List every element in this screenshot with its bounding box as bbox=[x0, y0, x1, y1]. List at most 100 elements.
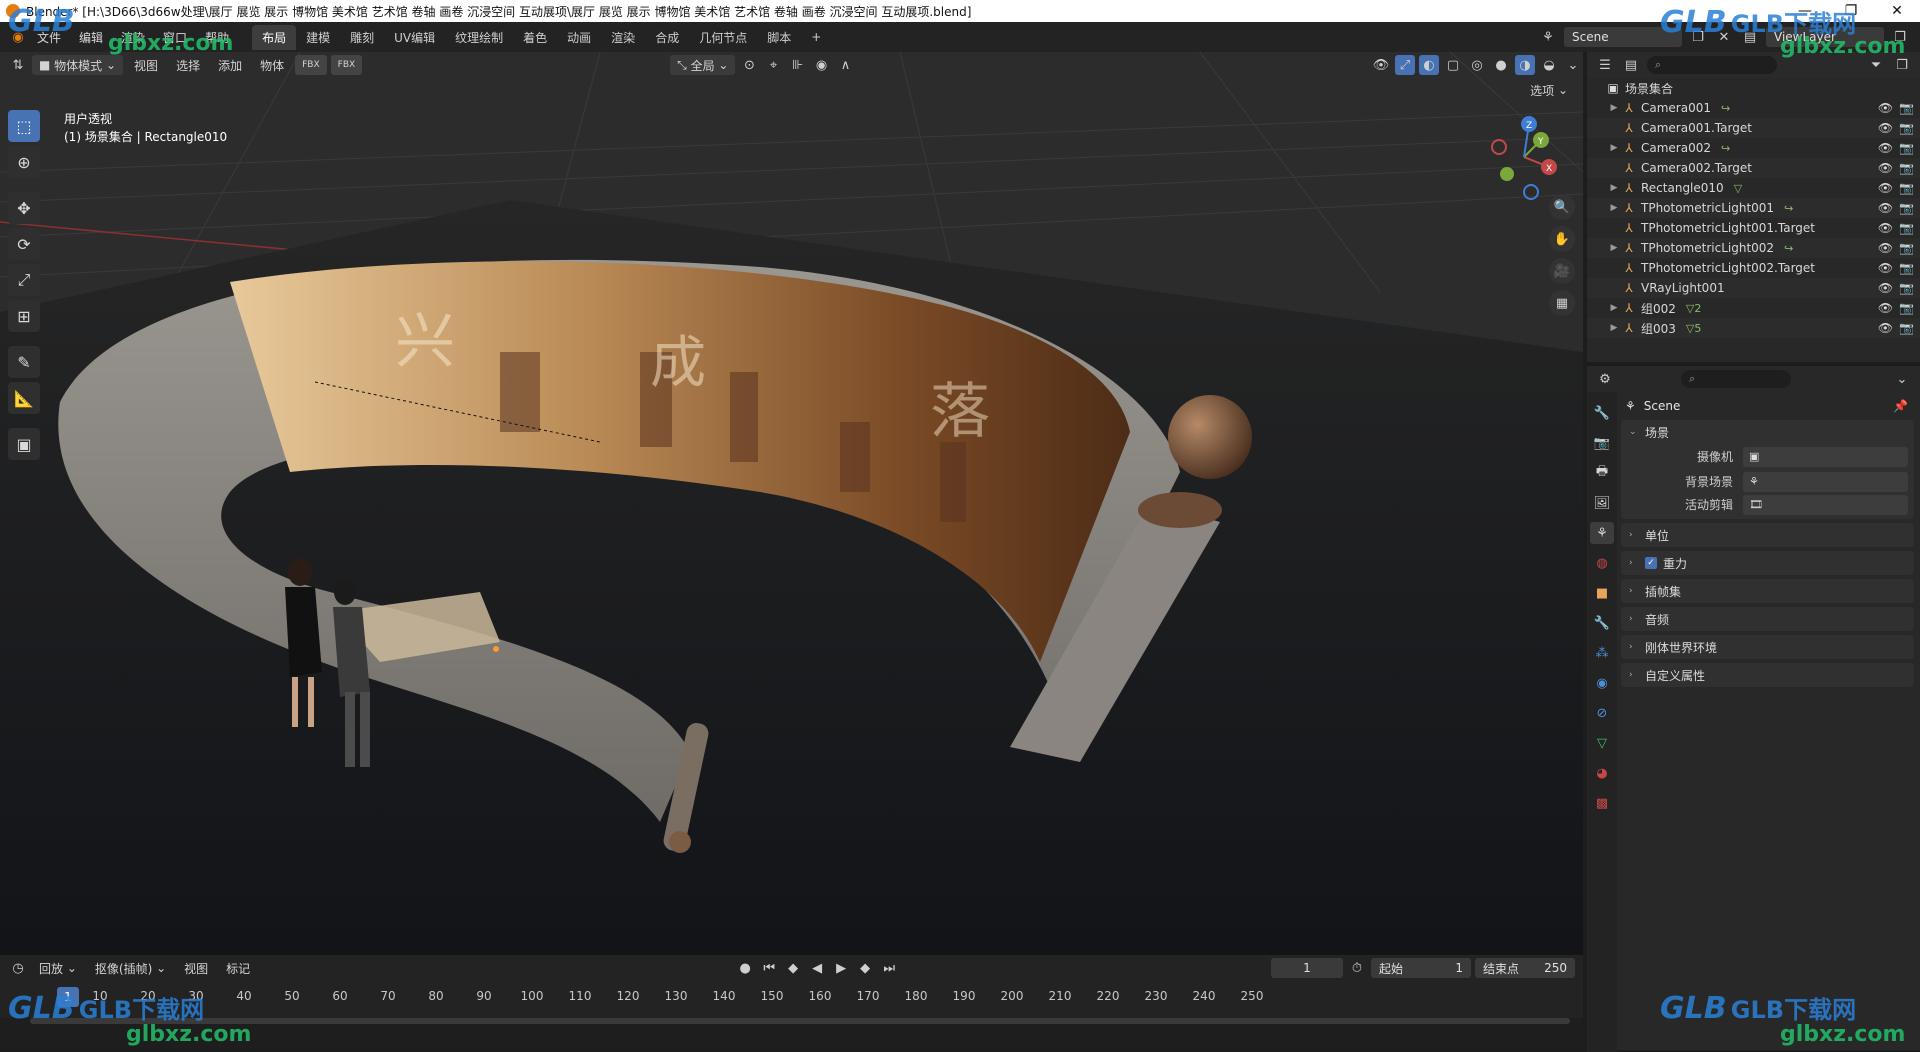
add-workspace-button[interactable]: + bbox=[801, 26, 831, 48]
workspace-tab-modeling[interactable]: 建模 bbox=[296, 25, 340, 50]
proportional-edit-icon[interactable]: ◉ bbox=[811, 55, 831, 75]
workspace-tab-shading[interactable]: 着色 bbox=[513, 25, 557, 50]
outliner-editor-type-icon[interactable]: ☰ bbox=[1595, 55, 1615, 75]
outliner-item[interactable]: ▶ ⅄ Camera002 ↪ 👁 📷 bbox=[1587, 138, 1920, 158]
output-tab-icon[interactable]: 🖶 bbox=[1590, 462, 1614, 484]
navigation-gizmo[interactable]: X Y Z bbox=[1479, 112, 1569, 202]
outliner-item[interactable]: ▶ ⅄ 组002 ▽2 👁 📷 bbox=[1587, 298, 1920, 318]
constraints-tab-icon[interactable]: ⊘ bbox=[1590, 702, 1614, 724]
timer-icon[interactable]: ⏱ bbox=[1347, 958, 1367, 978]
3d-viewport[interactable]: 兴 成 落 ⇅ ■ 物体模式 ⌄ 视图 选择 添加 物体 FBX FBX ⤡ 全… bbox=[0, 52, 1583, 954]
eye-icon[interactable]: 👁 bbox=[1878, 141, 1893, 155]
expand-arrow-icon[interactable]: ▶ bbox=[1607, 143, 1621, 153]
expand-arrow-icon[interactable]: ▶ bbox=[1607, 103, 1621, 113]
modifier-tab-icon[interactable]: 🔧 bbox=[1590, 612, 1614, 634]
workspace-tab-geometry-nodes[interactable]: 几何节点 bbox=[689, 25, 757, 50]
timeline-view-menu[interactable]: 视图 bbox=[177, 958, 215, 978]
scale-tool[interactable]: ⤢ bbox=[8, 264, 40, 296]
expand-arrow-icon[interactable]: ▶ bbox=[1607, 183, 1621, 193]
menu-view[interactable]: 视图 bbox=[127, 55, 165, 75]
physics-tab-icon[interactable]: ◉ bbox=[1590, 672, 1614, 694]
jump-end-icon[interactable]: ⏭ bbox=[879, 958, 899, 978]
data-tab-icon[interactable]: ▽ bbox=[1590, 732, 1614, 754]
eye-icon[interactable]: 👁 bbox=[1878, 281, 1893, 295]
render-camera-icon[interactable]: 📷 bbox=[1899, 101, 1914, 115]
outliner-item[interactable]: ⅄ Camera001.Target 👁 📷 bbox=[1587, 118, 1920, 138]
record-icon[interactable]: ● bbox=[735, 958, 755, 978]
prev-keyframe-icon[interactable]: ◆ bbox=[783, 958, 803, 978]
render-camera-icon[interactable]: 📷 bbox=[1899, 241, 1914, 255]
pivot-point-icon[interactable]: ⊙ bbox=[739, 55, 759, 75]
object-tab-icon[interactable]: ■ bbox=[1590, 582, 1614, 604]
eye-icon[interactable]: 👁 bbox=[1878, 101, 1893, 115]
xray-icon[interactable]: ▢ bbox=[1443, 55, 1463, 75]
workspace-tab-scripting[interactable]: 脚本 bbox=[757, 25, 801, 50]
background-scene-field[interactable]: ⚘ bbox=[1743, 471, 1908, 492]
overlay-toggle-icon[interactable]: ◐ bbox=[1419, 55, 1439, 75]
expand-arrow-icon[interactable]: ▶ bbox=[1607, 243, 1621, 253]
outliner-item[interactable]: ⅄ VRayLight001 👁 📷 bbox=[1587, 278, 1920, 298]
audio-panel[interactable]: › 音频 bbox=[1621, 607, 1914, 631]
start-frame-field[interactable]: 起始 1 bbox=[1371, 958, 1471, 978]
tool-tab-icon[interactable]: 🔧 bbox=[1590, 402, 1614, 424]
pan-hand-icon[interactable]: ✋ bbox=[1549, 226, 1575, 252]
workspace-tab-uv-editing[interactable]: UV编辑 bbox=[384, 25, 445, 50]
measure-tool[interactable]: 📐 bbox=[8, 382, 40, 414]
scene-panel-header[interactable]: ⌄ 场景 bbox=[1621, 420, 1914, 444]
annotate-tool[interactable]: ✎ bbox=[8, 346, 40, 378]
camera-view-icon[interactable]: 🎥 bbox=[1549, 258, 1575, 284]
outliner-item[interactable]: ⅄ TPhotometricLight001.Target 👁 📷 bbox=[1587, 218, 1920, 238]
material-shading-icon[interactable]: ◑ bbox=[1515, 55, 1535, 75]
world-tab-icon[interactable]: ◍ bbox=[1590, 552, 1614, 574]
select-box-tool[interactable]: ⬚ bbox=[8, 110, 40, 142]
render-camera-icon[interactable]: 📷 bbox=[1899, 301, 1914, 315]
workspace-tab-rendering[interactable]: 渲染 bbox=[601, 25, 645, 50]
jump-start-icon[interactable]: ⏮ bbox=[759, 958, 779, 978]
render-camera-icon[interactable]: 📷 bbox=[1899, 221, 1914, 235]
eye-icon[interactable]: 👁 bbox=[1878, 221, 1893, 235]
keying-sets-panel[interactable]: › 插帧集 bbox=[1621, 579, 1914, 603]
outliner-item[interactable]: ▶ ⅄ TPhotometricLight002 ↪ 👁 📷 bbox=[1587, 238, 1920, 258]
properties-editor-type-icon[interactable]: ⚙ bbox=[1595, 369, 1615, 389]
render-camera-icon[interactable]: 📷 bbox=[1899, 121, 1914, 135]
particles-tab-icon[interactable]: ⁂ bbox=[1590, 642, 1614, 664]
options-dropdown[interactable]: 选项 ⌄ bbox=[1523, 80, 1575, 100]
render-camera-icon[interactable]: 📷 bbox=[1899, 161, 1914, 175]
zoom-icon[interactable]: 🔍 bbox=[1549, 194, 1575, 220]
next-keyframe-icon[interactable]: ◆ bbox=[855, 958, 875, 978]
eye-icon[interactable]: 👁 bbox=[1878, 121, 1893, 135]
timeline-scrollbar[interactable] bbox=[30, 1018, 1570, 1024]
eye-icon[interactable]: 👁 bbox=[1878, 301, 1893, 315]
play-icon[interactable]: ▶ bbox=[831, 958, 851, 978]
material-tab-icon[interactable]: ◕ bbox=[1590, 762, 1614, 784]
perspective-toggle-icon[interactable]: ▦ bbox=[1549, 290, 1575, 316]
outliner-item[interactable]: ▶ ⅄ 组003 ▽5 👁 📷 bbox=[1587, 318, 1920, 338]
eye-icon[interactable]: 👁 bbox=[1878, 241, 1893, 255]
active-clip-field[interactable]: 🎞 bbox=[1743, 494, 1908, 515]
visibility-icon[interactable]: 👁 bbox=[1371, 55, 1391, 75]
outliner-item[interactable]: ▶ ⅄ TPhotometricLight001 ↪ 👁 📷 bbox=[1587, 198, 1920, 218]
shading-options-icon[interactable]: ⌄ bbox=[1563, 55, 1583, 75]
rendered-shading-icon[interactable]: ◒ bbox=[1539, 55, 1559, 75]
gizmo-toggle-icon[interactable]: ⤢ bbox=[1395, 55, 1415, 75]
texture-tab-icon[interactable]: ▩ bbox=[1590, 792, 1614, 814]
units-panel[interactable]: › 单位 bbox=[1621, 523, 1914, 547]
playback-menu[interactable]: 回放 ⌄ bbox=[32, 958, 84, 978]
fbx-import-button[interactable]: FBX bbox=[295, 55, 327, 75]
workspace-tab-layout[interactable]: 布局 bbox=[252, 24, 297, 50]
outliner-item[interactable]: ⅄ TPhotometricLight002.Target 👁 📷 bbox=[1587, 258, 1920, 278]
outliner-item[interactable]: ⅄ Camera002.Target 👁 📷 bbox=[1587, 158, 1920, 178]
fbx-export-button[interactable]: FBX bbox=[330, 55, 363, 75]
properties-search-input[interactable]: ⌕ bbox=[1681, 370, 1791, 388]
render-camera-icon[interactable]: 📷 bbox=[1899, 261, 1914, 275]
workspace-tab-texture-paint[interactable]: 纹理绘制 bbox=[445, 25, 513, 50]
render-camera-icon[interactable]: 📷 bbox=[1899, 201, 1914, 215]
outliner-item[interactable]: ▶ ⅄ Camera001 ↪ 👁 📷 bbox=[1587, 98, 1920, 118]
editor-type-icon[interactable]: ⇅ bbox=[8, 55, 28, 75]
transform-orientation-selector[interactable]: ⤡ 全局 ⌄ bbox=[670, 55, 736, 75]
eye-icon[interactable]: 👁 bbox=[1878, 261, 1893, 275]
snap-target-icon[interactable]: ⊪ bbox=[787, 55, 807, 75]
add-cube-tool[interactable]: ▣ bbox=[8, 428, 40, 460]
current-frame-field[interactable]: 1 bbox=[1271, 958, 1343, 978]
menu-select[interactable]: 选择 bbox=[169, 55, 207, 75]
